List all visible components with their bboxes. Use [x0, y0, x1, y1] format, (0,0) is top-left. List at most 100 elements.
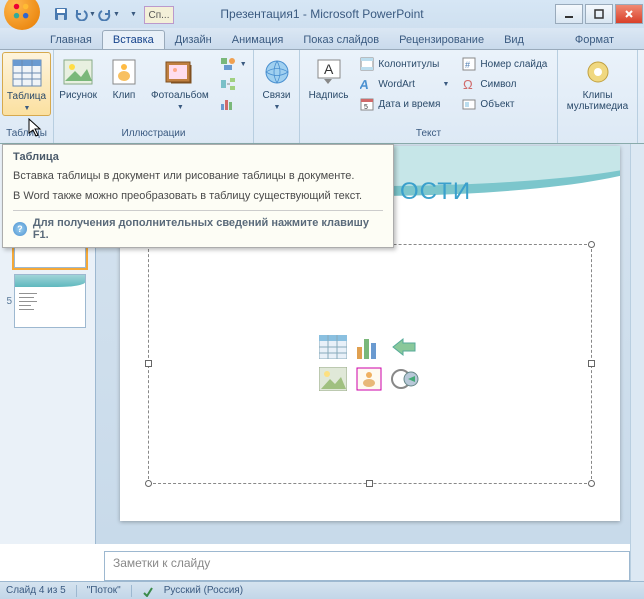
clip-button[interactable]: Клип: [103, 52, 145, 103]
group-text-label: Текст: [304, 126, 553, 141]
group-links-label: [258, 137, 295, 141]
window-title: Презентация1 - Microsoft PowerPoint: [220, 7, 423, 21]
tab-home[interactable]: Главная: [40, 31, 102, 49]
ribbon: Таблица▼ Таблицы Рисунок Клип Фотоальбом…: [0, 50, 644, 144]
svg-text:A: A: [324, 61, 334, 77]
table-label: Таблица: [7, 91, 46, 102]
photoalbum-icon: [164, 56, 196, 88]
links-icon: [261, 56, 293, 88]
object-button[interactable]: Объект: [458, 94, 550, 114]
slidenumber-button[interactable]: #Номер слайда: [458, 54, 550, 74]
object-icon: [461, 96, 477, 112]
status-slide-count: Слайд 4 из 5: [6, 585, 66, 596]
textbox-label: Надпись: [309, 90, 349, 101]
tab-view[interactable]: Вид: [494, 31, 534, 49]
table-button[interactable]: Таблица▼: [2, 52, 51, 116]
resize-handle-br[interactable]: [588, 480, 595, 487]
resize-handle-b[interactable]: [366, 480, 373, 487]
textbox-button[interactable]: A Надпись: [305, 52, 353, 103]
symbol-button[interactable]: ΩСимвол: [458, 74, 550, 94]
picture-button[interactable]: Рисунок: [55, 52, 101, 103]
textbox-icon: A: [313, 56, 345, 88]
wordart-button[interactable]: AWordArt▼: [356, 74, 452, 94]
qat-undo[interactable]: ▼: [74, 4, 96, 24]
tooltip-title: Таблица: [13, 151, 383, 163]
insert-smartart-icon[interactable]: [391, 335, 419, 361]
smartart-icon: [220, 76, 236, 92]
resize-handle-tr[interactable]: [588, 241, 595, 248]
tab-animation[interactable]: Анимация: [222, 31, 294, 49]
group-tables-label: Таблицы: [4, 126, 49, 141]
symbol-icon: Ω: [461, 76, 477, 92]
svg-text:Ω: Ω: [463, 77, 473, 91]
tab-format[interactable]: Формат: [565, 31, 624, 49]
svg-text:A: A: [360, 77, 371, 91]
office-button[interactable]: [4, 0, 40, 30]
photoalbum-label: Фотоальбом: [151, 90, 209, 101]
vertical-scrollbar[interactable]: [630, 144, 644, 581]
media-icon: [582, 56, 614, 88]
links-button[interactable]: Связи▼: [256, 52, 298, 114]
slidenumber-icon: #: [461, 56, 477, 72]
qat-redo[interactable]: ▼: [98, 4, 120, 24]
title-bar: ▼ ▼ ▼ Презентация1 - Microsoft PowerPoin…: [0, 0, 644, 28]
picture-label: Рисунок: [59, 90, 97, 101]
wordart-icon: A: [359, 76, 375, 92]
media-label: Клипы мультимедиа: [567, 90, 628, 112]
datetime-icon: 5: [359, 96, 375, 112]
close-button[interactable]: [615, 4, 643, 24]
shapes-button[interactable]: ▼: [217, 54, 250, 74]
close-icon: [624, 9, 634, 19]
minimize-button[interactable]: [555, 4, 583, 24]
clip-icon: [108, 56, 140, 88]
table-icon: [11, 57, 43, 89]
insert-media-icon[interactable]: [391, 367, 419, 393]
maximize-icon: [594, 9, 604, 19]
tab-insert[interactable]: Вставка: [102, 30, 165, 49]
tab-review[interactable]: Рецензирование: [389, 31, 494, 49]
svg-text:#: #: [465, 60, 470, 70]
chart-button[interactable]: [217, 94, 250, 114]
content-placeholder[interactable]: [148, 244, 592, 484]
tooltip-body-1: Вставка таблицы в документ или рисование…: [13, 169, 383, 183]
tooltip-body-2: В Word также можно преобразовать в табли…: [13, 189, 383, 203]
undo-icon: [74, 7, 88, 21]
shapes-icon: [220, 56, 236, 72]
insert-clipart-icon[interactable]: [355, 367, 383, 393]
info-icon: ?: [13, 222, 27, 236]
help-button[interactable]: Сп...: [144, 6, 174, 24]
notes-pane[interactable]: Заметки к слайду: [104, 551, 630, 581]
tab-slideshow[interactable]: Показ слайдов: [293, 31, 389, 49]
maximize-button[interactable]: [585, 4, 613, 24]
save-icon: [54, 7, 68, 21]
resize-handle-l[interactable]: [145, 360, 152, 367]
clip-label: Клип: [113, 90, 136, 101]
thumbnail-5[interactable]: ▬▬▬▬▬▬▬▬▬▬▬▬▬▬▬▬▬▬▬▬▬▬▬▬▬▬: [14, 274, 86, 328]
picture-icon: [62, 56, 94, 88]
datetime-button[interactable]: 5Дата и время: [356, 94, 452, 114]
group-illustrations-label: Иллюстрации: [58, 126, 249, 141]
qat-customize[interactable]: ▼: [122, 4, 144, 24]
svg-text:5: 5: [364, 104, 368, 111]
chart-icon: [220, 96, 236, 112]
tooltip-help: Для получения дополнительных сведений на…: [33, 217, 383, 241]
photoalbum-button[interactable]: Фотоальбом▼: [147, 52, 213, 114]
tab-design[interactable]: Дизайн: [165, 31, 222, 49]
resize-handle-bl[interactable]: [145, 480, 152, 487]
media-button[interactable]: Клипы мультимедиа: [563, 52, 632, 114]
spellcheck-icon: [142, 585, 154, 597]
headerfooter-icon: [359, 56, 375, 72]
tooltip: Таблица Вставка таблицы в документ или р…: [2, 144, 394, 248]
headerfooter-button[interactable]: Колонтитулы: [356, 54, 452, 74]
insert-chart-icon[interactable]: [355, 335, 383, 361]
smartart-button[interactable]: [217, 74, 250, 94]
slide-title-text: ОСТИ: [400, 178, 471, 206]
status-language: Русский (Россия): [164, 585, 243, 596]
resize-handle-r[interactable]: [588, 360, 595, 367]
insert-table-icon[interactable]: [319, 335, 347, 361]
qat-save[interactable]: [50, 4, 72, 24]
insert-picture-icon[interactable]: [319, 367, 347, 393]
redo-icon: [98, 7, 112, 21]
minimize-icon: [564, 9, 574, 19]
office-icon: [11, 1, 33, 23]
